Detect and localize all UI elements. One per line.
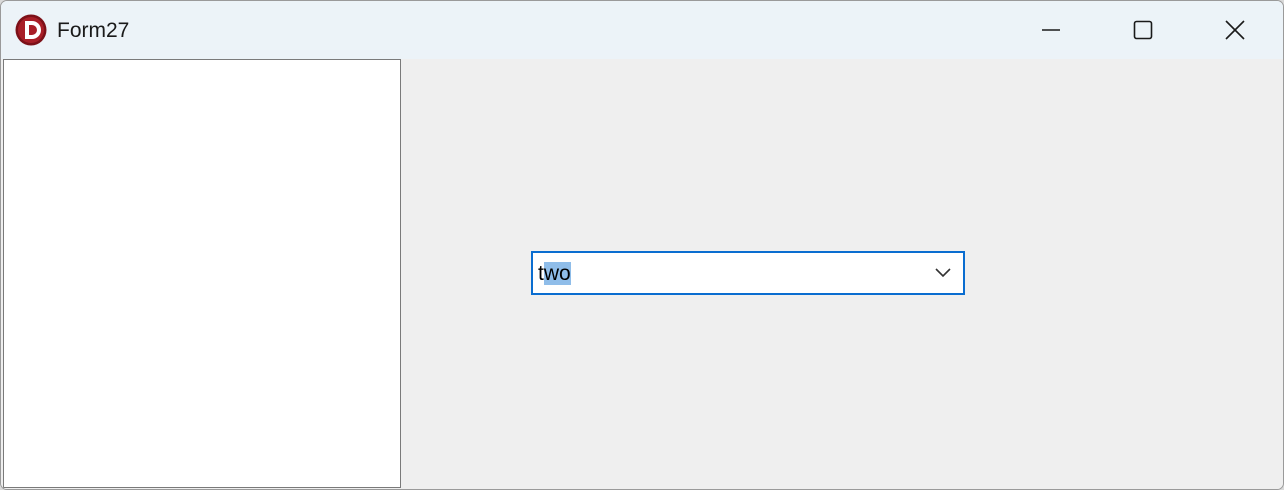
list-box[interactable] (3, 59, 401, 488)
form-client-area: two (1, 59, 1283, 489)
combo-box[interactable]: two (531, 251, 965, 295)
delphi-logo-icon (15, 14, 47, 46)
form-window: Form27 two (0, 0, 1284, 490)
combo-text-selection: wo (543, 262, 571, 285)
maximize-button[interactable] (1097, 1, 1189, 59)
chevron-down-icon[interactable] (933, 265, 953, 281)
combo-text-prefix: t (538, 262, 544, 285)
close-icon (1225, 20, 1245, 40)
close-button[interactable] (1189, 1, 1281, 59)
minimize-icon (1042, 29, 1060, 31)
window-title: Form27 (57, 19, 130, 42)
title-bar[interactable]: Form27 (1, 1, 1283, 59)
maximize-icon (1133, 20, 1153, 40)
minimize-button[interactable] (1005, 1, 1097, 59)
combo-box-text[interactable]: two (538, 262, 571, 286)
